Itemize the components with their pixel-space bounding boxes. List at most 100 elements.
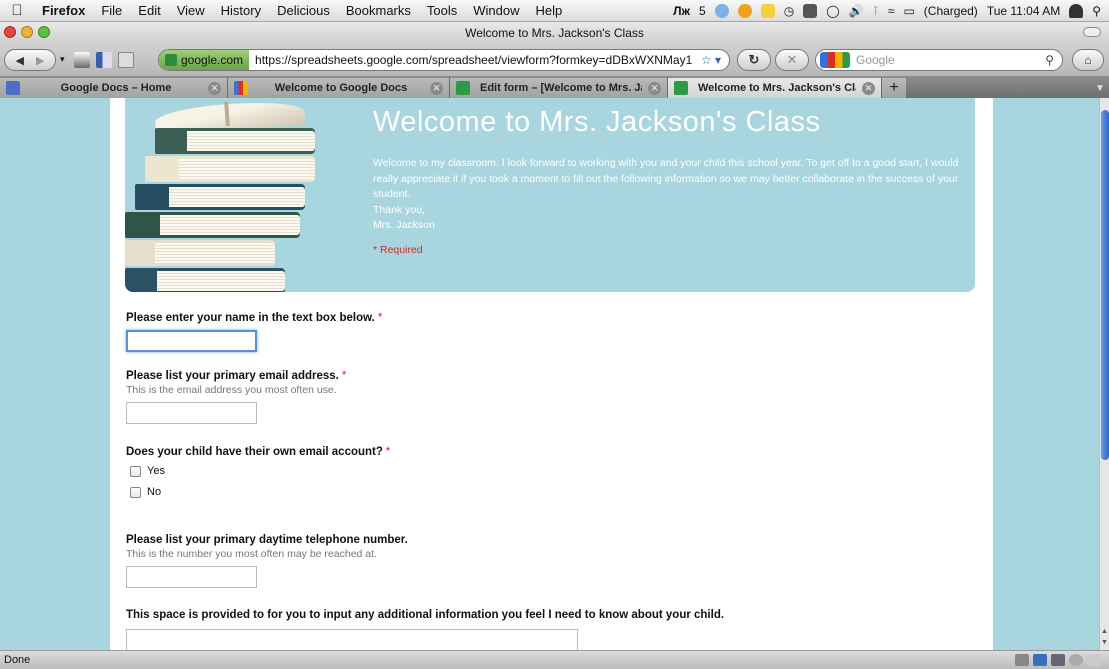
google-docs-favicon-icon: [6, 81, 20, 95]
required-mark: *: [385, 446, 391, 458]
screen-icon[interactable]: [1051, 654, 1065, 666]
menu-tools[interactable]: Tools: [419, 3, 465, 18]
status-text: Done: [4, 654, 31, 666]
menu-app-firefox[interactable]: Firefox: [34, 3, 93, 18]
tab-edit-form[interactable]: Edit form – [Welcome to Mrs. Ja... ✕: [450, 78, 668, 98]
display-icon[interactable]: [803, 3, 818, 18]
menu-view[interactable]: View: [169, 3, 213, 18]
navigation-toolbar: ◀ ▶ ▾ google.com https://spreadsheets.go…: [0, 44, 1109, 76]
menu-delicious[interactable]: Delicious: [269, 3, 338, 18]
toolbar-toggle-icon[interactable]: [1083, 27, 1101, 37]
phone-input[interactable]: [126, 566, 257, 588]
spreadsheet-favicon-icon: [456, 81, 470, 95]
google-engine-icon[interactable]: [820, 52, 850, 68]
settings-icon[interactable]: [1069, 654, 1083, 666]
spotlight-icon[interactable]: ⚲: [1092, 4, 1101, 18]
tab-label: Welcome to Google Docs: [274, 82, 408, 94]
new-tab-button[interactable]: +: [882, 78, 906, 98]
scrollbar-thumb[interactable]: [1101, 110, 1109, 460]
tab-close-icon[interactable]: ✕: [648, 81, 661, 95]
tab-welcome-google-docs[interactable]: Welcome to Google Docs ✕: [228, 78, 450, 98]
battery-icon[interactable]: ▭: [903, 4, 914, 18]
book-1: [155, 128, 315, 154]
no-checkbox[interactable]: [130, 486, 141, 498]
scroll-up-icon[interactable]: ▲: [1100, 628, 1109, 638]
stop-button[interactable]: ✕: [775, 49, 809, 71]
back-icon[interactable]: ◀: [16, 54, 24, 67]
url-text[interactable]: https://spreadsheets.google.com/spreadsh…: [249, 53, 701, 67]
close-window-icon[interactable]: [4, 26, 16, 38]
delicious-tag-icon[interactable]: [118, 52, 134, 68]
menu-bookmarks[interactable]: Bookmarks: [338, 3, 419, 18]
question-email: Please list your primary email address. *…: [126, 370, 346, 424]
search-input[interactable]: Google: [856, 53, 895, 67]
site-identity[interactable]: google.com: [159, 50, 250, 70]
email-input[interactable]: [126, 402, 257, 424]
url-bar-actions: ☆ ▾: [701, 53, 729, 67]
menubar-extra-icon[interactable]: Лж: [673, 4, 690, 18]
yes-checkbox[interactable]: [130, 465, 141, 477]
forward-icon[interactable]: ▶: [36, 54, 44, 67]
menu-file[interactable]: File: [93, 3, 130, 18]
tab-mrs-jackson-class[interactable]: Welcome to Mrs. Jackson's Class ✕: [668, 78, 882, 98]
option-no[interactable]: No: [126, 486, 390, 498]
required-mark: *: [377, 312, 383, 324]
dropbox-icon[interactable]: [714, 3, 729, 18]
books-illustration: [125, 98, 365, 292]
apple-menu-icon[interactable]: : [0, 2, 34, 19]
tab-list-button[interactable]: ▼: [1091, 78, 1109, 98]
yellow-app-icon[interactable]: [760, 3, 775, 18]
google-favicon-icon: [234, 81, 248, 95]
sidebar-icon[interactable]: [96, 52, 112, 68]
bookmark-star-icon[interactable]: ☆: [701, 53, 712, 67]
menu-edit[interactable]: Edit: [130, 3, 168, 18]
wifi-icon[interactable]: ≈: [888, 4, 895, 18]
tab-close-icon[interactable]: ✕: [208, 81, 221, 95]
orange-app-icon[interactable]: [737, 3, 752, 18]
sync-icon[interactable]: ◯: [826, 4, 839, 18]
question-name: Please enter your name in the text box b…: [126, 312, 382, 352]
required-mark: *: [341, 370, 347, 382]
mail-icon[interactable]: [1087, 654, 1101, 666]
tab-label: Edit form – [Welcome to Mrs. Ja...: [480, 82, 642, 94]
form-card: Welcome to Mrs. Jackson's Class Welcome …: [110, 98, 993, 650]
additional-info-textarea[interactable]: [126, 629, 578, 650]
history-dropdown-icon[interactable]: ▾: [60, 54, 65, 65]
question-label: This space is provided to for you to inp…: [126, 609, 724, 621]
time-machine-icon[interactable]: ◷: [784, 4, 794, 18]
url-dropdown-icon[interactable]: ▾: [715, 53, 721, 67]
home-button[interactable]: ⌂: [1072, 49, 1104, 71]
vertical-scrollbar[interactable]: ▲ ▼: [1099, 98, 1109, 650]
extension-icon[interactable]: [1033, 654, 1047, 666]
menu-history[interactable]: History: [213, 3, 269, 18]
tab-label: Welcome to Mrs. Jackson's Class: [698, 82, 856, 94]
bluetooth-icon[interactable]: ⊺: [873, 4, 879, 18]
page-content: Welcome to Mrs. Jackson's Class Welcome …: [0, 98, 1099, 650]
user-icon[interactable]: [1069, 3, 1084, 18]
bookmark-toolbar-icon[interactable]: [74, 52, 90, 68]
volume-icon[interactable]: 🔊: [849, 4, 864, 18]
search-icon[interactable]: ⚲: [1045, 53, 1054, 67]
tab-google-docs-home[interactable]: Google Docs – Home ✕: [0, 78, 228, 98]
search-bar[interactable]: Google ⚲: [815, 49, 1063, 71]
site-favicon-icon: [165, 54, 177, 66]
book-3: [135, 184, 305, 210]
menu-window[interactable]: Window: [465, 3, 527, 18]
clock[interactable]: Tue 11:04 AM: [987, 4, 1060, 18]
scroll-down-icon[interactable]: ▼: [1100, 639, 1109, 649]
question-label: Please list your primary email address. *: [126, 370, 346, 382]
zoom-window-icon[interactable]: [38, 26, 50, 38]
site-domain: google.com: [181, 53, 244, 67]
lock-icon[interactable]: [1015, 654, 1029, 666]
url-bar[interactable]: google.com https://spreadsheets.google.c…: [158, 49, 730, 71]
question-help: This is the email address you most often…: [126, 384, 337, 396]
name-input[interactable]: [126, 330, 257, 352]
reload-button[interactable]: ↻: [737, 49, 771, 71]
minimize-window-icon[interactable]: [21, 26, 33, 38]
tab-close-icon[interactable]: ✕: [862, 81, 875, 95]
option-yes[interactable]: Yes: [126, 465, 390, 477]
question-text: This space is provided to for you to inp…: [126, 609, 725, 621]
menu-help[interactable]: Help: [528, 3, 571, 18]
question-child-email: Does your child have their own email acc…: [126, 446, 390, 498]
tab-close-icon[interactable]: ✕: [430, 81, 443, 95]
